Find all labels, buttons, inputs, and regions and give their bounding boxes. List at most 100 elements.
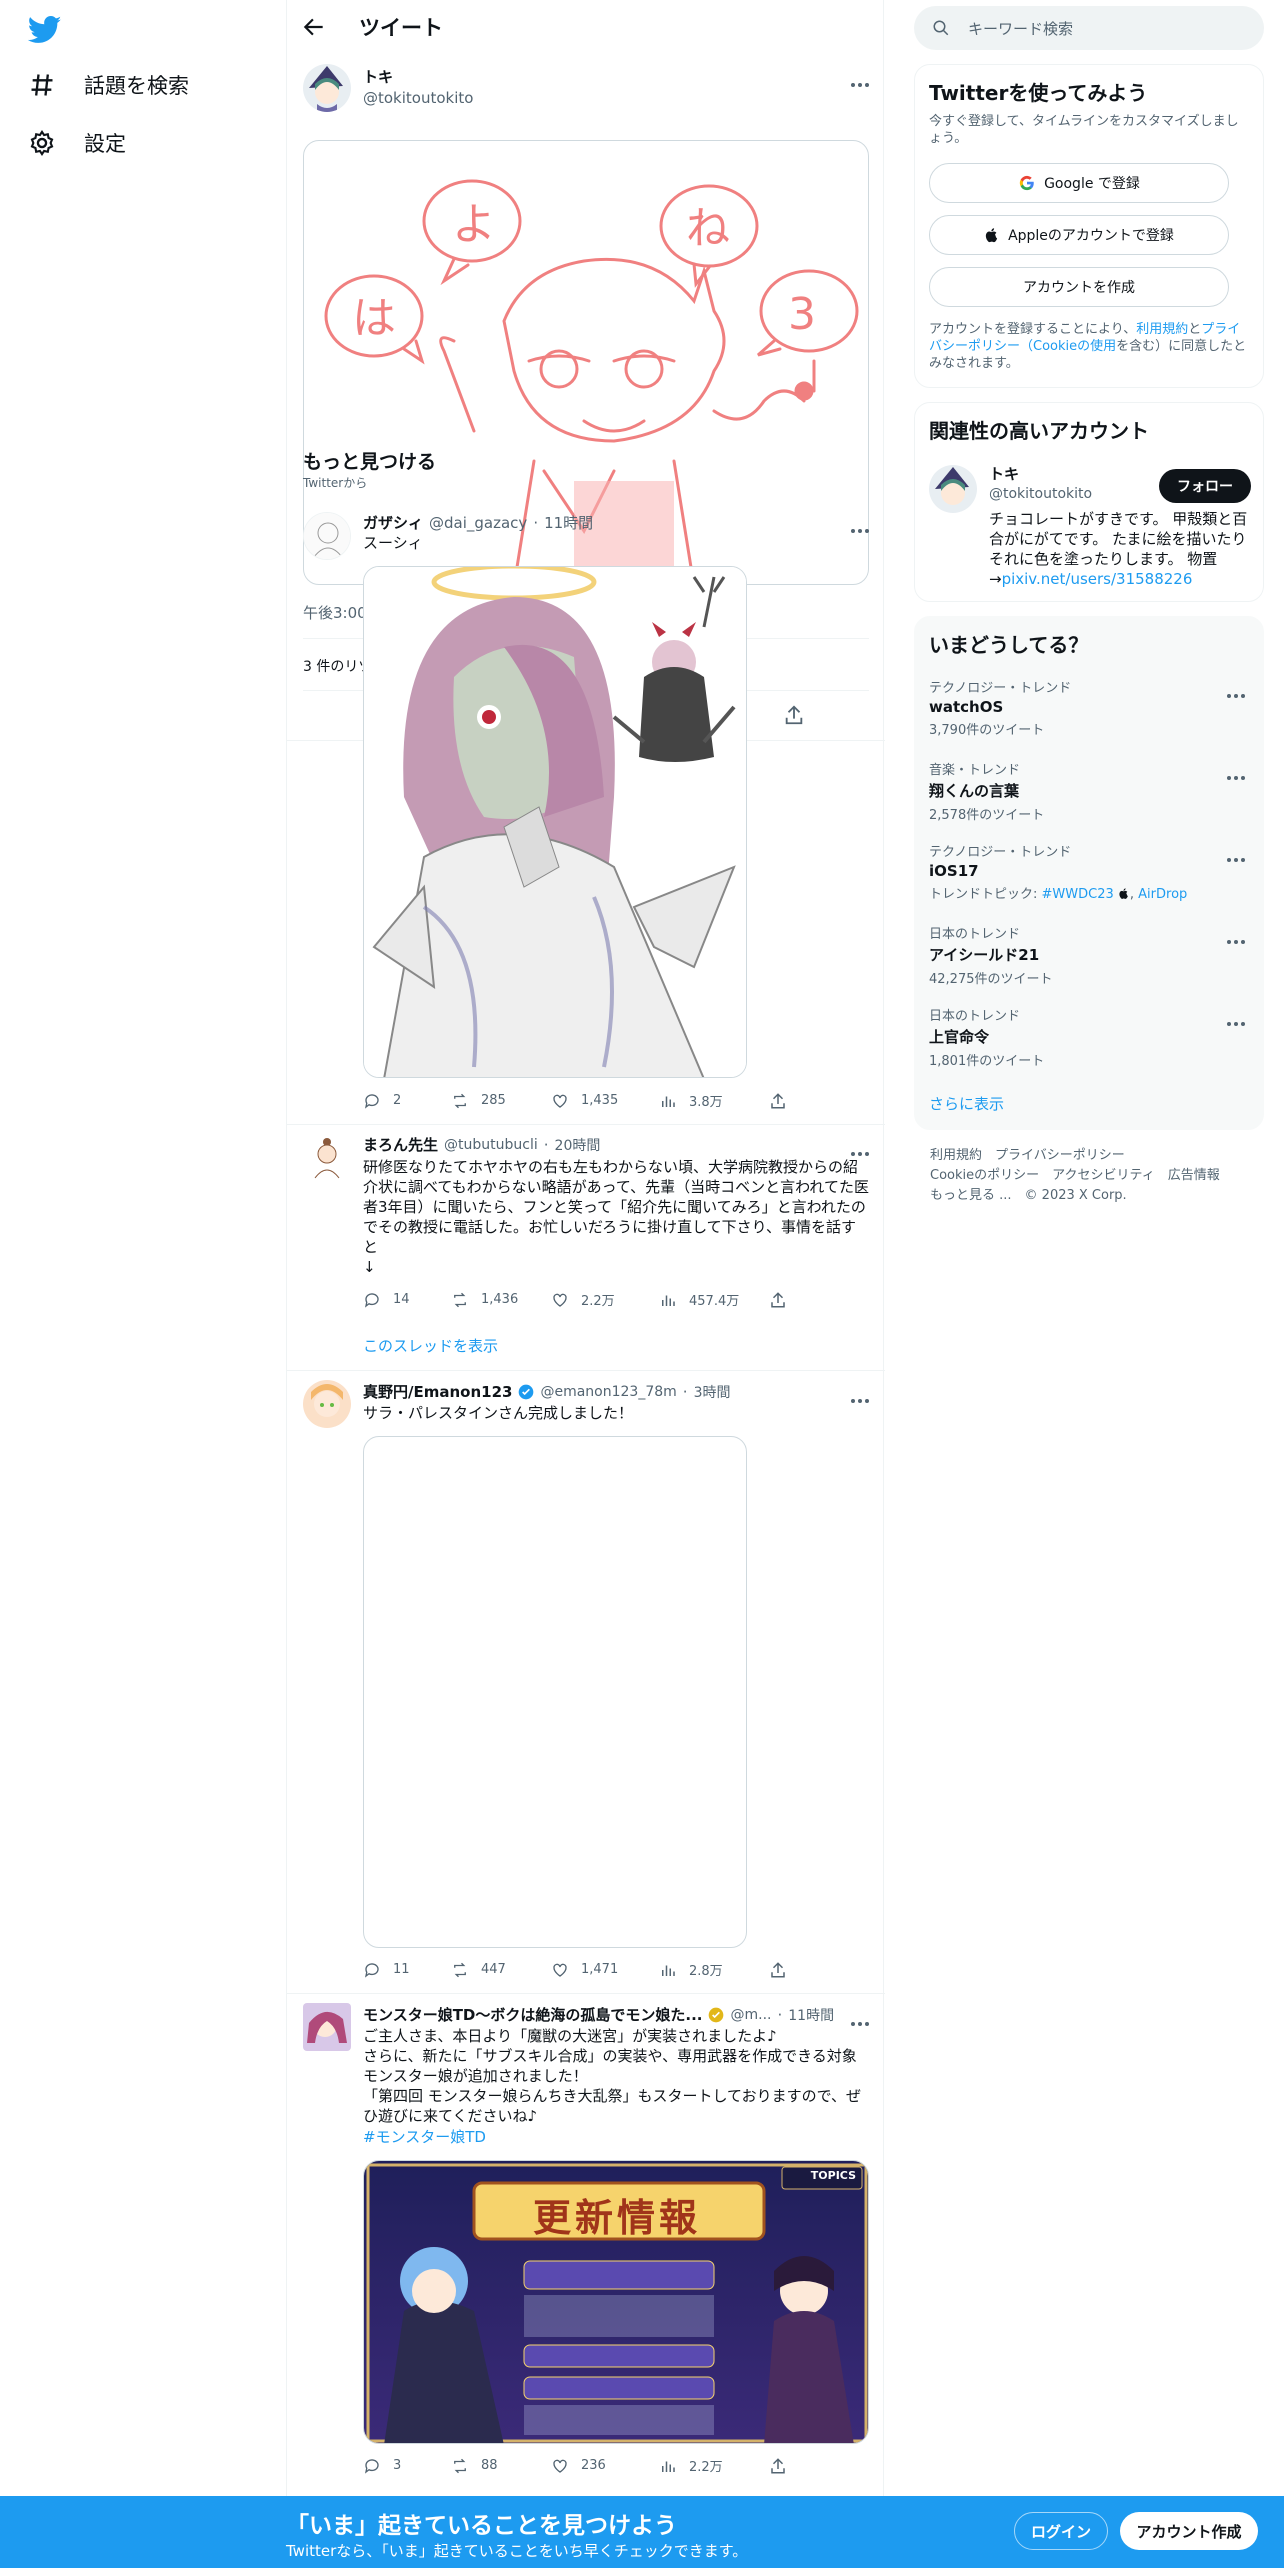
tweet-author[interactable]: 真野円/Emanon123 @emanon123_78m · 3時間 — [363, 1381, 730, 1402]
more-icon[interactable] — [851, 2011, 873, 2026]
related-account[interactable]: トキ @tokitoutokito — [989, 463, 1092, 502]
tweet-image-placeholder[interactable] — [363, 1436, 747, 1948]
reply-button[interactable]: 14 — [363, 1291, 451, 1309]
trend-item[interactable]: 音楽・トレンド 翔くんの言葉 2,578件のツイート — [929, 759, 1249, 823]
show-more-link[interactable]: さらに表示 — [929, 1093, 1004, 1114]
avatar[interactable] — [303, 512, 351, 560]
more-icon[interactable] — [1227, 683, 1249, 698]
search-box[interactable]: キーワード検索 — [914, 6, 1264, 50]
tweet-time[interactable]: 11時間 — [544, 512, 593, 533]
create-account-label: アカウントを作成 — [1023, 280, 1135, 296]
google-signup-label: Google で登録 — [1044, 176, 1140, 192]
reply-button[interactable]: 11 — [363, 1961, 451, 1979]
trends-panel: いまどうしてる？ テクノロジー・トレンド watchOS 3,790件のツイート… — [914, 616, 1264, 1130]
avatar[interactable] — [303, 2003, 351, 2051]
author-name: トキ — [363, 68, 394, 86]
tweet-image[interactable] — [363, 566, 747, 1078]
follow-button[interactable]: フォロー — [1159, 469, 1251, 503]
share-icon[interactable] — [769, 1291, 787, 1309]
more-icon[interactable] — [851, 72, 873, 87]
trend-item[interactable]: 日本のトレンド アイシールド21 42,275件のツイート — [929, 923, 1249, 987]
related-bio: チョコレートがすきです。 甲殻類と百合がにがてです。 たまに絵を描いたりそれに色… — [989, 510, 1248, 588]
retweet-button[interactable]: 447 — [451, 1961, 551, 1979]
search-input[interactable]: キーワード検索 — [968, 18, 1073, 39]
reply-button[interactable]: 3 — [363, 2457, 451, 2475]
trend-item[interactable]: 日本のトレンド 上官命令 1,801件のツイート — [929, 1005, 1249, 1069]
apple-signup-button[interactable]: Appleのアカウントで登録 — [929, 215, 1229, 255]
left-nav: 話題を検索 設定 — [0, 0, 286, 2568]
reply-button[interactable]: 2 — [363, 1092, 451, 1110]
back-arrow-icon[interactable] — [301, 14, 327, 40]
nav-settings[interactable]: 設定 — [28, 128, 126, 158]
footer-link[interactable]: 広告情報 — [1168, 1168, 1220, 1183]
discover-title: もっと見つける — [303, 451, 437, 473]
like-button[interactable]: 1,471 — [551, 1961, 659, 1979]
like-button[interactable]: 1,435 — [551, 1092, 659, 1110]
view-count: 2.2万 — [689, 2460, 723, 2475]
trend-item[interactable]: テクノロジー・トレンド iOS17 トレンドトピック: #WWDC23 , Ai… — [929, 841, 1249, 902]
nav-explore[interactable]: 話題を検索 — [28, 70, 189, 100]
tweet-text: 研修医なりたてホヤホヤの右も左もわからない頃、大学病院教授からの紹介状に調べても… — [363, 1158, 869, 1276]
tweet-actions: 11 447 1,471 2.8万 — [363, 1960, 787, 1979]
show-thread-link[interactable]: このスレッドを表示 — [363, 1335, 498, 1356]
share-icon[interactable] — [769, 1961, 787, 1979]
more-icon[interactable] — [1227, 1011, 1249, 1026]
more-icon[interactable] — [1227, 765, 1249, 780]
views-chart-icon — [662, 2461, 675, 2472]
more-icon[interactable] — [1227, 929, 1249, 944]
more-icon[interactable] — [851, 518, 873, 533]
create-account-button[interactable]: アカウントを作成 — [929, 267, 1229, 307]
views-button[interactable]: 2.8万 — [659, 1960, 769, 1979]
login-button[interactable]: ログイン — [1014, 2512, 1108, 2550]
footer-link[interactable]: もっと見る ... — [930, 1188, 1012, 1203]
twitter-logo-icon[interactable] — [28, 16, 62, 44]
avatar[interactable] — [929, 465, 977, 513]
terms-link[interactable]: 利用規約 — [1136, 322, 1188, 337]
views-button[interactable]: 3.8万 — [659, 1091, 769, 1110]
views-button[interactable]: 457.4万 — [659, 1290, 769, 1309]
views-button[interactable]: 2.2万 — [659, 2456, 769, 2475]
trend-item[interactable]: テクノロジー・トレンド watchOS 3,790件のツイート — [929, 677, 1249, 738]
tweet-author[interactable]: トキ @tokitoutokito — [363, 66, 473, 107]
like-count: 1,471 — [581, 1962, 619, 1977]
retweet-button[interactable]: 1,436 — [451, 1291, 551, 1309]
author-name: モンスター娘TD～ボクは絶海の孤島でモン娘た... — [363, 2006, 703, 2024]
tweet-author[interactable]: まろん先生 @tubutubucli · 20時間 — [363, 1134, 600, 1155]
like-button[interactable]: 236 — [551, 2457, 659, 2475]
avatar[interactable] — [303, 1380, 351, 1428]
tweet-time[interactable]: 11時間 — [788, 2005, 834, 2025]
trend-topic-link[interactable]: AirDrop — [1138, 887, 1187, 902]
footer-link[interactable]: プライバシーポリシー — [995, 1148, 1125, 1163]
hashtag-link[interactable]: #モンスター娘TD — [363, 2126, 486, 2147]
avatar[interactable] — [303, 1134, 351, 1182]
author-handle: @m... — [730, 2006, 772, 2023]
tweet-time[interactable]: 20時間 — [555, 1135, 601, 1155]
more-icon[interactable] — [851, 1388, 873, 1403]
retweet-button[interactable]: 88 — [451, 2457, 551, 2475]
more-icon[interactable] — [1227, 847, 1249, 862]
retweet-button[interactable]: 285 — [451, 1092, 551, 1110]
signup-button[interactable]: アカウント作成 — [1120, 2512, 1258, 2550]
google-icon — [1019, 175, 1034, 191]
bottom-subtext: Twitterなら、「いま」起きていることをいち早くチェックできます。 — [286, 2542, 748, 2560]
bio-link[interactable]: pixiv.net/users/31588226 — [1002, 570, 1193, 588]
banner-badge: TOPICS — [810, 2169, 856, 2182]
more-icon[interactable] — [851, 1141, 873, 1156]
share-icon[interactable] — [769, 2457, 787, 2475]
like-button[interactable]: 2.2万 — [551, 1290, 659, 1309]
footer-link[interactable]: 利用規約 — [930, 1148, 982, 1163]
tweet-banner-image[interactable]: 更新情報 TOPICS — [363, 2160, 869, 2444]
view-count: 457.4万 — [689, 1294, 740, 1309]
footer-link[interactable]: Cookieのポリシー — [930, 1168, 1039, 1183]
trend-topic-link[interactable]: #WWDC23 — [1042, 887, 1114, 902]
tweet-author[interactable]: モンスター娘TD～ボクは絶海の孤島でモン娘た... @m... · 11時間 — [363, 2004, 869, 2025]
share-icon[interactable] — [769, 1092, 787, 1110]
share-icon[interactable] — [783, 704, 805, 726]
tweet-time[interactable]: 3時間 — [694, 1382, 731, 1402]
avatar[interactable] — [303, 64, 351, 112]
retweet-icon — [454, 1962, 466, 1977]
google-signup-button[interactable]: Google で登録 — [929, 163, 1229, 203]
footer-link[interactable]: アクセシビリティ — [1052, 1168, 1155, 1183]
tweet-author[interactable]: ガザシィ @dai_gazacy · 11時間 — [363, 512, 593, 533]
tweet-timestamp[interactable]: 午後3:00 — [303, 602, 367, 623]
